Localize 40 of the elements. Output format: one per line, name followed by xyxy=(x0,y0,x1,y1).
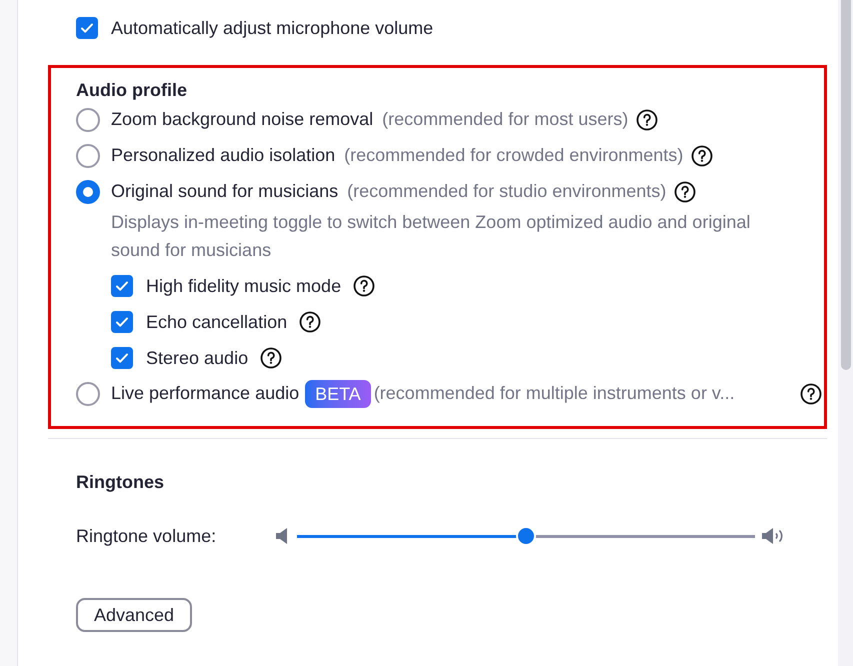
checkbox-label: High fidelity music mode xyxy=(146,274,342,298)
option-label: Personalized audio isolation xyxy=(111,144,336,167)
option-label: Live performance audio xyxy=(111,382,300,405)
radio-button[interactable] xyxy=(76,108,100,132)
help-icon[interactable] xyxy=(674,180,696,202)
radio-button[interactable] xyxy=(76,382,100,406)
radio-button[interactable] xyxy=(76,180,100,204)
option-label: Zoom background noise removal xyxy=(111,108,374,131)
checkmark-icon xyxy=(115,279,129,293)
checkbox-label: Echo cancellation xyxy=(146,310,288,334)
help-icon[interactable] xyxy=(353,275,376,297)
radio-button[interactable] xyxy=(76,144,100,168)
help-icon[interactable] xyxy=(691,144,714,166)
scrollbar[interactable] xyxy=(838,0,853,666)
help-icon[interactable] xyxy=(636,108,658,130)
checkmark-icon xyxy=(115,315,129,329)
checkbox[interactable] xyxy=(111,275,133,297)
section-title: Audio profile xyxy=(76,79,188,102)
checkbox[interactable] xyxy=(76,17,98,39)
option-hint: (recommended for crowded environments) xyxy=(344,144,684,167)
checkbox[interactable] xyxy=(111,347,133,369)
help-icon[interactable] xyxy=(800,382,822,404)
volume-slider[interactable] xyxy=(297,526,755,546)
advanced-button[interactable]: Advanced xyxy=(76,598,192,632)
checkbox-label: Automatically adjust microphone volume xyxy=(111,16,434,40)
help-icon[interactable] xyxy=(260,347,282,369)
option-hint: (recommended for studio environments) xyxy=(347,180,666,203)
checkbox[interactable] xyxy=(111,311,133,333)
beta-badge: BETA xyxy=(305,380,371,408)
checkbox-label: Stereo audio xyxy=(146,346,248,370)
ringtone-volume-label: Ringtone volume: xyxy=(76,524,218,548)
option-hint: (recommended for most users) xyxy=(382,108,628,131)
help-icon[interactable] xyxy=(299,311,322,333)
option-description: Displays in-meeting toggle to switch between Zoom optimized audio and original sound for musicians xyxy=(111,211,752,262)
checkmark-icon xyxy=(80,21,94,35)
section-title: Ringtones xyxy=(76,471,165,494)
volume-low-icon xyxy=(276,528,288,544)
checkmark-icon xyxy=(115,351,129,365)
option-hint: (recommended for multiple instruments or v... xyxy=(374,382,735,405)
option-label: Original sound for musicians xyxy=(111,180,338,203)
